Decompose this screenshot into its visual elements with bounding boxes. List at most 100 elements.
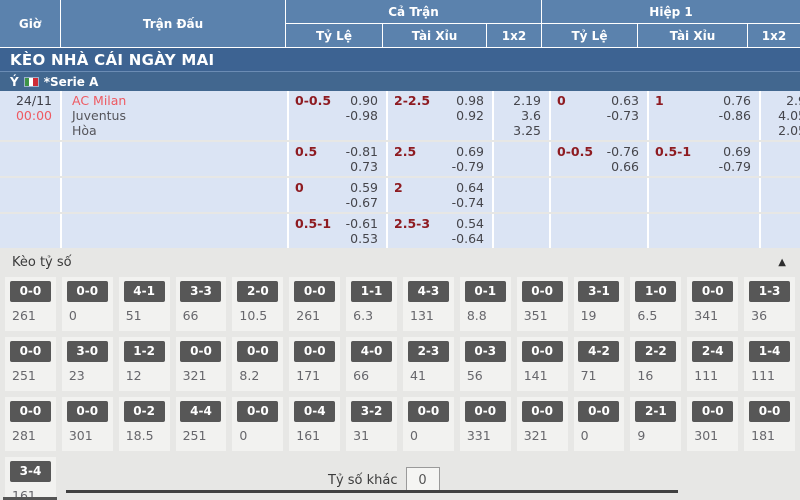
odds-value[interactable]: 0.73 — [295, 159, 378, 174]
score-chip: 2-3 — [408, 341, 449, 362]
score-bet-cell[interactable]: 0-4161 — [289, 397, 340, 451]
odds-value[interactable]: 2.9 — [767, 93, 800, 108]
score-odds: 281 — [12, 428, 56, 443]
score-bet-cell[interactable]: 3-366 — [176, 277, 227, 331]
score-bet-cell[interactable]: 0-0281 — [5, 397, 56, 451]
match-teams-cell — [62, 214, 287, 248]
score-bet-cell[interactable]: 0-00 — [574, 397, 625, 451]
score-bet-cell[interactable]: 0-0321 — [176, 337, 227, 391]
odds-value[interactable]: 0.59 — [295, 180, 378, 195]
score-bet-cell[interactable]: 3-4161 — [5, 457, 56, 500]
score-odds: 6.3 — [353, 308, 397, 323]
score-bet-cell[interactable]: 2-19 — [630, 397, 681, 451]
score-bet-cell[interactable]: 4-151 — [119, 277, 170, 331]
score-bet-cell[interactable]: 2-216 — [630, 337, 681, 391]
score-bet-cell[interactable]: 4-066 — [346, 337, 397, 391]
odds-value[interactable]: 0.63 — [557, 93, 639, 108]
odds-value[interactable]: -0.74 — [394, 195, 484, 210]
score-bet-cell[interactable]: 0-0341 — [687, 277, 738, 331]
score-odds: 71 — [581, 368, 625, 383]
score-chip: 1-0 — [635, 281, 676, 302]
odds-value[interactable]: -0.73 — [557, 108, 639, 123]
score-bet-cell[interactable]: 4-4251 — [176, 397, 227, 451]
score-chip: 0-0 — [180, 341, 221, 362]
handicap-value: 1 — [655, 93, 664, 108]
odds-value[interactable]: -0.79 — [655, 159, 751, 174]
score-bet-cell[interactable]: 0-356 — [460, 337, 511, 391]
score-chip: 4-0 — [351, 341, 392, 362]
odds-value[interactable]: -0.98 — [295, 108, 378, 123]
odds-value[interactable]: 2.19 — [500, 93, 541, 108]
ft-1x2-cell — [494, 142, 549, 176]
score-bet-cell[interactable]: 0-0261 — [5, 277, 56, 331]
odds-values: 0.59-0.67 — [295, 180, 378, 210]
odds-value[interactable]: 0.92 — [394, 108, 484, 123]
score-bet-cell[interactable]: 4-271 — [574, 337, 625, 391]
score-odds: 0 — [410, 428, 454, 443]
h1-handicap-cell — [551, 178, 647, 212]
score-bet-cell[interactable]: 3-023 — [62, 337, 113, 391]
score-bet-cell[interactable]: 1-16.3 — [346, 277, 397, 331]
score-bet-cell[interactable]: 0-0301 — [62, 397, 113, 451]
score-odds: 36 — [751, 308, 795, 323]
odds-value[interactable]: 2.05 — [767, 123, 800, 138]
collapse-triangle-icon[interactable]: ▲ — [778, 257, 786, 268]
score-bet-cell[interactable]: 0-0261 — [289, 277, 340, 331]
score-bet-cell[interactable]: 1-4111 — [744, 337, 795, 391]
odds-values: 2.94.052.05 — [767, 93, 800, 138]
score-chip: 0-0 — [237, 341, 278, 362]
score-bet-cell[interactable]: 0-08.2 — [232, 337, 283, 391]
odds-value[interactable]: -0.86 — [655, 108, 751, 123]
away-team-name[interactable]: Juventus — [72, 108, 287, 123]
league-row[interactable]: Ý *Serie A — [0, 71, 800, 91]
divider-bar — [66, 490, 678, 493]
odds-value[interactable]: 0.76 — [655, 93, 751, 108]
score-chip: 0-0 — [67, 281, 108, 302]
score-bet-cell[interactable]: 3-231 — [346, 397, 397, 451]
odds-value[interactable]: 3.6 — [500, 108, 541, 123]
score-bet-cell[interactable]: 2-4111 — [687, 337, 738, 391]
score-bet-cell[interactable]: 0-0181 — [744, 397, 795, 451]
score-bet-cell[interactable]: 0-0251 — [5, 337, 56, 391]
score-chip: 1-3 — [749, 281, 790, 302]
h1-handicap-cell: -0.760.660-0.5 — [551, 142, 647, 176]
score-bet-cell[interactable]: 0-18.8 — [460, 277, 511, 331]
h1-overunder-cell: 0.69-0.790.5-1 — [649, 142, 759, 176]
score-bet-cell[interactable]: 0-0171 — [289, 337, 340, 391]
score-bet-cell[interactable]: 0-0301 — [687, 397, 738, 451]
odds-value[interactable]: 0.53 — [295, 231, 378, 246]
home-team-name[interactable]: AC Milan — [72, 93, 287, 108]
score-bet-cell[interactable]: 2-341 — [403, 337, 454, 391]
score-section-header: Kèo tỷ số ▲ — [0, 250, 800, 274]
score-odds: 6.5 — [637, 308, 681, 323]
score-bet-cell[interactable]: 0-00 — [62, 277, 113, 331]
score-bet-cell[interactable]: 0-218.5 — [119, 397, 170, 451]
score-bet-cell[interactable]: 0-0321 — [517, 397, 568, 451]
score-chip: 1-4 — [749, 341, 790, 362]
betting-odds-page: Giờ Trận Đấu Cả Trận Hiệp 1 Tỷ Lệ Tài Xỉ… — [0, 0, 800, 500]
score-bet-cell[interactable]: 0-0351 — [517, 277, 568, 331]
odds-value[interactable]: -0.79 — [394, 159, 484, 174]
score-bet-cell[interactable]: 1-336 — [744, 277, 795, 331]
ft-handicap-cell: 0.90-0.980-0.5 — [289, 91, 386, 140]
score-bet-cell[interactable]: 2-010.5 — [232, 277, 283, 331]
handicap-value: 0-0.5 — [557, 144, 593, 159]
score-bet-cell[interactable]: 0-00 — [232, 397, 283, 451]
odds-value[interactable]: 3.25 — [500, 123, 541, 138]
score-chip: 0-0 — [522, 281, 563, 302]
score-bet-cell[interactable]: 0-0331 — [460, 397, 511, 451]
score-bet-cell[interactable]: 1-212 — [119, 337, 170, 391]
ft-overunder-cell: 0.980.922-2.5 — [388, 91, 492, 140]
score-bet-cell[interactable]: 3-119 — [574, 277, 625, 331]
header-h1-overunder: Tài Xỉu — [637, 24, 747, 47]
score-bet-cell[interactable]: 4-3131 — [403, 277, 454, 331]
score-bet-cell[interactable]: 0-00 — [403, 397, 454, 451]
odds-value[interactable]: 0.66 — [557, 159, 639, 174]
odds-value[interactable]: 0.64 — [394, 180, 484, 195]
ft-1x2-cell — [494, 178, 549, 212]
score-bet-cell[interactable]: 1-06.5 — [630, 277, 681, 331]
odds-value[interactable]: -0.64 — [394, 231, 484, 246]
score-bet-cell[interactable]: 0-0141 — [517, 337, 568, 391]
odds-value[interactable]: -0.67 — [295, 195, 378, 210]
odds-value[interactable]: 4.05 — [767, 108, 800, 123]
